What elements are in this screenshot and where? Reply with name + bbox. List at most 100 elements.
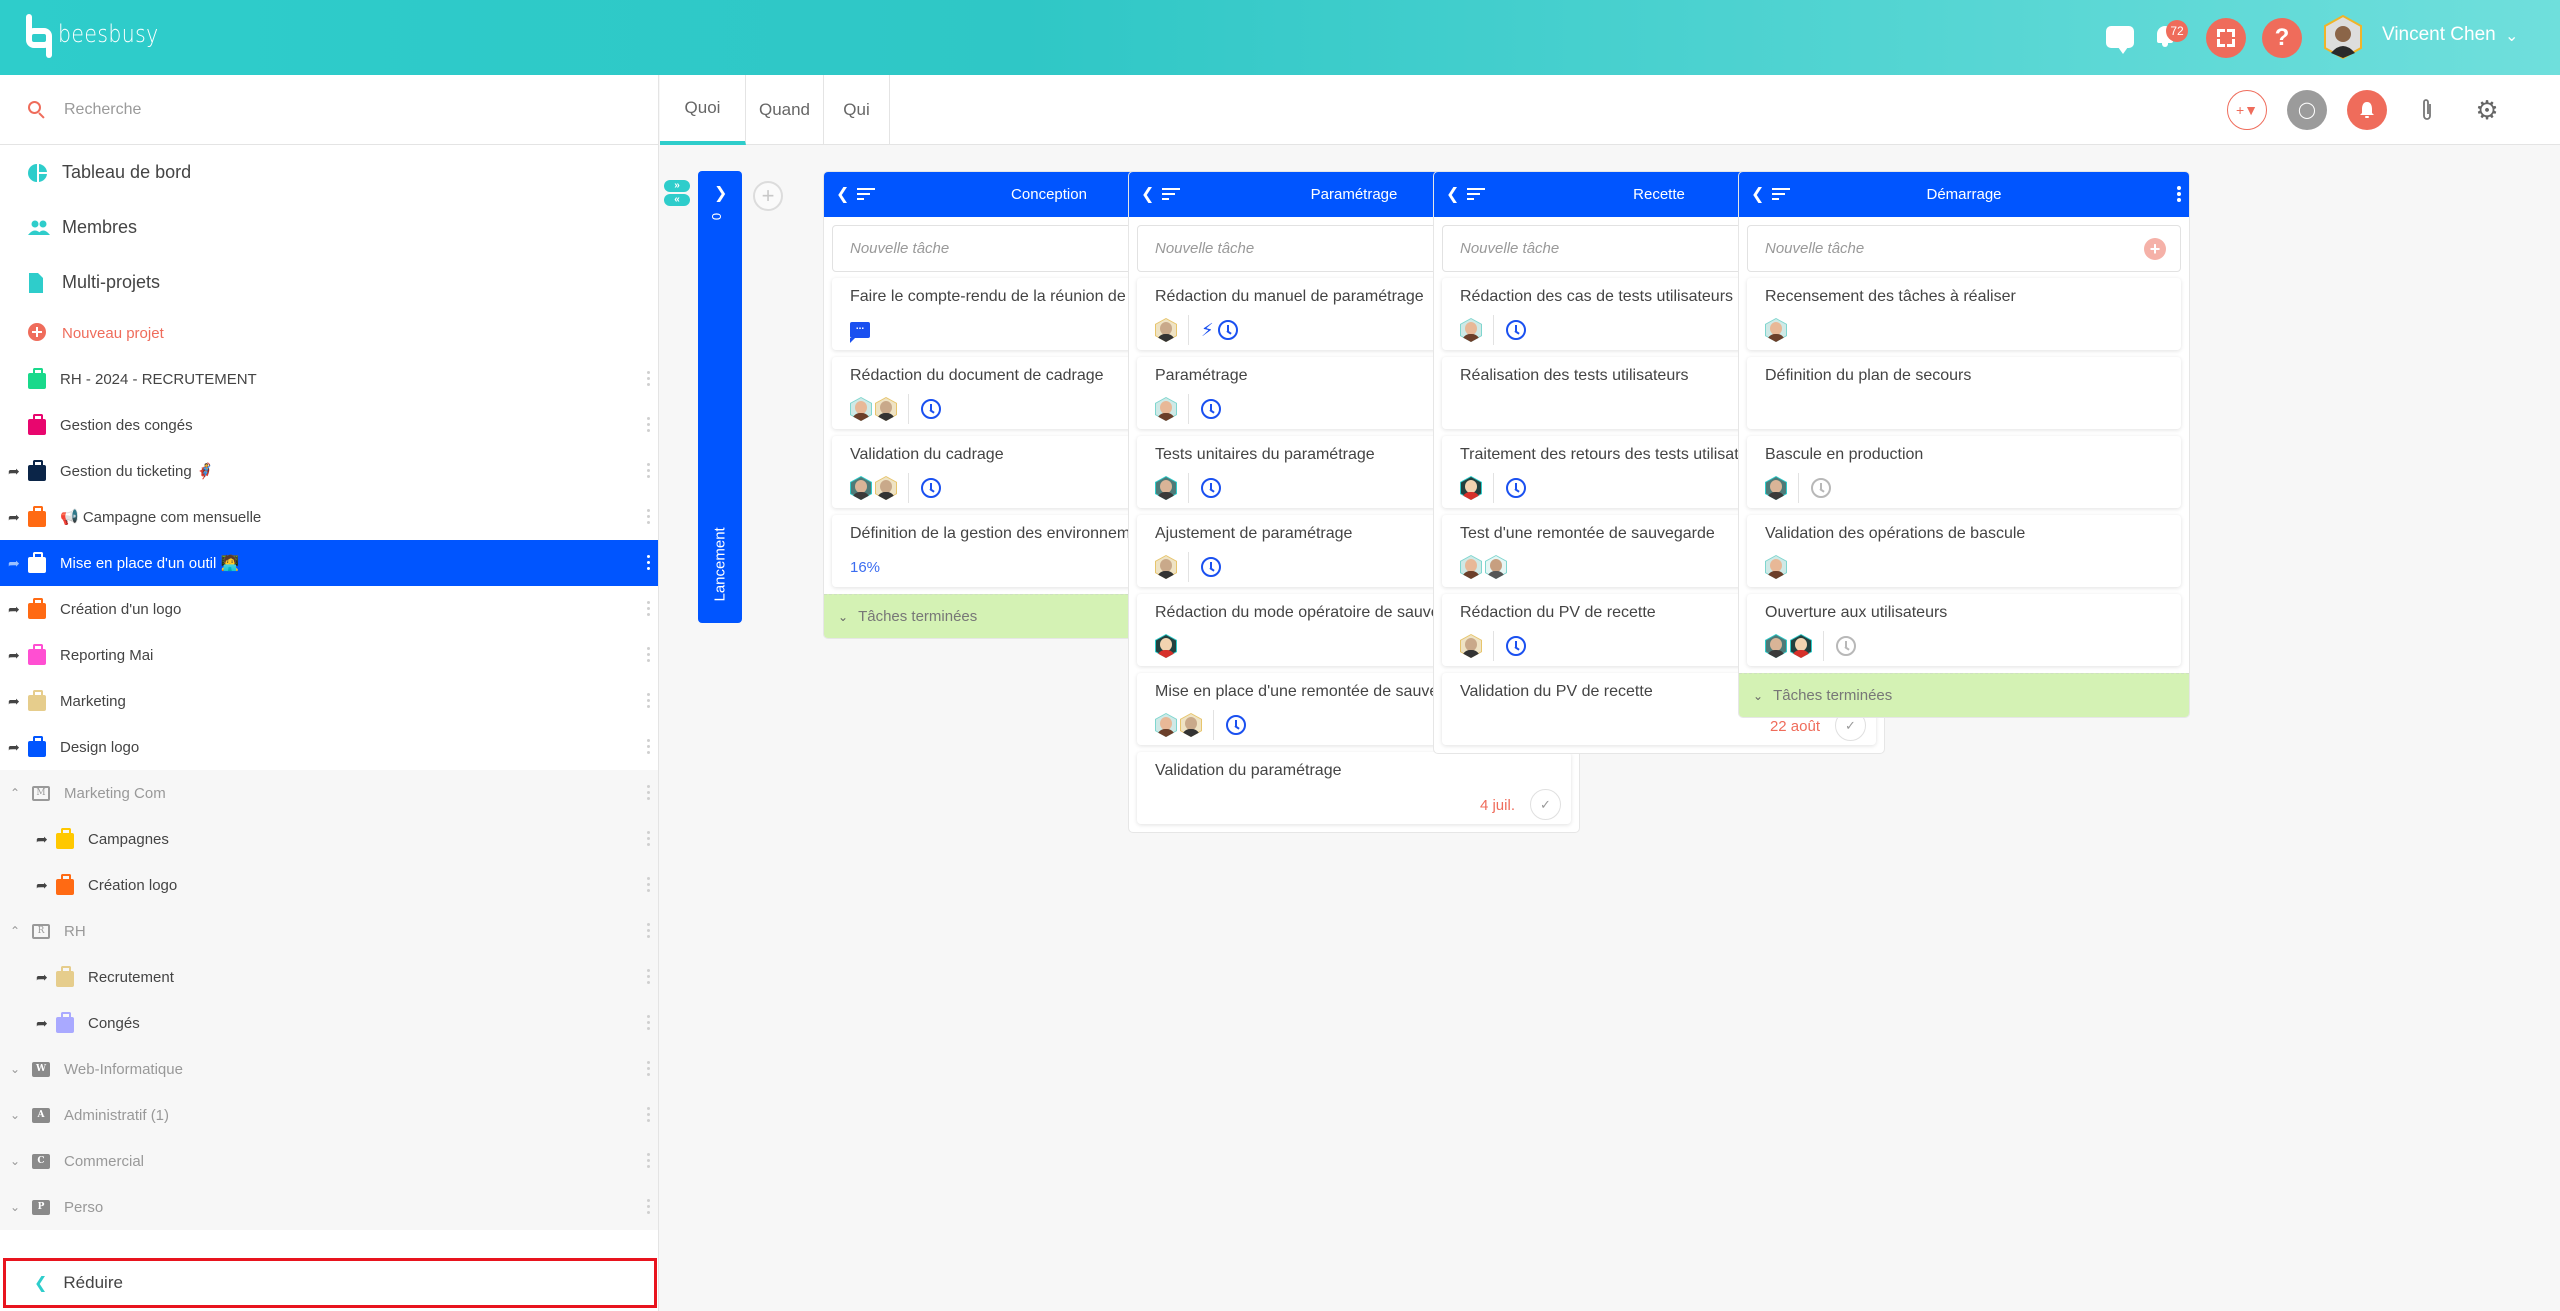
sidebar-group-item[interactable]: ⌃ R RH	[0, 908, 658, 954]
assignee-avatar[interactable]	[1790, 634, 1812, 658]
chevron-right-icon[interactable]: ❯	[714, 183, 727, 203]
sidebar-project-item[interactable]: ➦ 📢 Campagne com mensuelle	[0, 494, 658, 540]
tags-button[interactable]: ◯	[2287, 90, 2327, 130]
chevron-up-icon[interactable]: ⌃	[10, 924, 24, 938]
assignee-avatar[interactable]	[850, 397, 872, 421]
sidebar-project-item[interactable]: ➦ Création logo	[0, 862, 658, 908]
clock-icon[interactable]	[1506, 320, 1526, 340]
assignee-avatar[interactable]	[875, 397, 897, 421]
sidebar-project-item[interactable]: ➦ Création d'un logo	[0, 586, 658, 632]
assignee-avatar[interactable]	[1155, 476, 1177, 500]
more-options-icon[interactable]	[647, 739, 650, 754]
task-card[interactable]: Bascule en production	[1747, 436, 2181, 508]
sort-icon[interactable]	[1772, 188, 1790, 200]
chevron-left-icon[interactable]: ❮	[1751, 184, 1764, 204]
fullscreen-button[interactable]	[2206, 18, 2246, 58]
new-task-input[interactable]: Nouvelle tâche +	[1747, 225, 2181, 272]
assignee-avatar[interactable]	[1460, 476, 1482, 500]
sidebar-project-item[interactable]: ➦ Mise en place d'un outil 🧑‍💻	[0, 540, 658, 586]
chevron-down-icon[interactable]: ⌄	[10, 1154, 24, 1168]
sidebar-group-item[interactable]: ⌃ M Marketing Com	[0, 770, 658, 816]
new-project-button[interactable]: Nouveau projet	[0, 310, 658, 356]
sidebar-project-item[interactable]: ➦ Campagnes	[0, 816, 658, 862]
assignee-avatar[interactable]	[1155, 555, 1177, 579]
clock-icon[interactable]	[1836, 636, 1856, 656]
add-filter-button[interactable]: +▼	[2227, 90, 2267, 130]
assignee-avatar[interactable]	[1460, 555, 1482, 579]
more-options-icon[interactable]	[2177, 186, 2181, 202]
assignee-avatar[interactable]	[1180, 713, 1202, 737]
more-options-icon[interactable]	[647, 509, 650, 524]
sidebar-group-item[interactable]: ⌄ C Commercial	[0, 1138, 658, 1184]
clock-icon[interactable]	[1201, 478, 1221, 498]
attachments-button[interactable]	[2407, 90, 2447, 130]
add-task-icon[interactable]: +	[2144, 238, 2166, 260]
more-options-icon[interactable]	[647, 555, 650, 570]
clock-icon[interactable]	[1201, 399, 1221, 419]
assignee-avatar[interactable]	[850, 476, 872, 500]
task-card[interactable]: Validation des opérations de bascule	[1747, 515, 2181, 587]
sidebar-project-item[interactable]: Gestion des congés	[0, 402, 658, 448]
assignee-avatar[interactable]	[1460, 318, 1482, 342]
assignee-avatar[interactable]	[1485, 555, 1507, 579]
expand-collapse-all-button[interactable]: » «	[664, 180, 690, 206]
sidebar-project-item[interactable]: ➦ Congés	[0, 1000, 658, 1046]
chevron-left-icon[interactable]: ❮	[836, 184, 849, 204]
assignee-avatar[interactable]	[1765, 318, 1787, 342]
nav-multi-projects[interactable]: Multi-projets	[0, 255, 658, 310]
clock-icon[interactable]	[1506, 636, 1526, 656]
assignee-avatar[interactable]	[1155, 318, 1177, 342]
help-button[interactable]: ?	[2262, 18, 2302, 58]
chevron-down-icon[interactable]: ⌄	[10, 1108, 24, 1122]
more-options-icon[interactable]	[647, 647, 650, 662]
sidebar-project-item[interactable]: ➦ Reporting Mai	[0, 632, 658, 678]
clock-icon[interactable]	[1201, 557, 1221, 577]
user-avatar[interactable]	[2323, 14, 2363, 60]
chevron-left-icon[interactable]: ❮	[1141, 184, 1154, 204]
assignee-avatar[interactable]	[1765, 476, 1787, 500]
chevron-down-icon[interactable]: ⌄	[10, 1062, 24, 1076]
assignee-avatar[interactable]	[1460, 634, 1482, 658]
task-card[interactable]: Ouverture aux utilisateurs	[1747, 594, 2181, 666]
clock-icon[interactable]	[921, 399, 941, 419]
more-options-icon[interactable]	[647, 923, 650, 938]
tab-quoi[interactable]: Quoi	[660, 75, 746, 145]
more-options-icon[interactable]	[647, 1107, 650, 1122]
more-options-icon[interactable]	[647, 1015, 650, 1030]
sidebar-group-item[interactable]: ⌄ A Administratif (1)	[0, 1092, 658, 1138]
user-name[interactable]: Vincent Chen	[2382, 24, 2496, 46]
more-options-icon[interactable]	[647, 371, 650, 386]
clock-icon[interactable]	[1217, 320, 1238, 340]
task-card[interactable]: Définition du plan de secours	[1747, 357, 2181, 429]
collapse-sidebar-button[interactable]: ❮ Réduire	[3, 1258, 657, 1308]
more-options-icon[interactable]	[647, 969, 650, 984]
clock-icon[interactable]	[1226, 715, 1246, 735]
assignee-avatar[interactable]	[875, 476, 897, 500]
more-options-icon[interactable]	[647, 463, 650, 478]
sidebar-group-item[interactable]: ⌄ P Perso	[0, 1184, 658, 1230]
assignee-avatar[interactable]	[1765, 555, 1787, 579]
project-notifications-button[interactable]	[2347, 90, 2387, 130]
sort-icon[interactable]	[857, 188, 875, 200]
more-options-icon[interactable]	[647, 1061, 650, 1076]
tab-quand[interactable]: Quand	[746, 75, 824, 145]
sidebar-project-item[interactable]: RH - 2024 - RECRUTEMENT	[0, 356, 658, 402]
more-options-icon[interactable]	[647, 601, 650, 616]
sidebar-project-item[interactable]: ➦ Gestion du ticketing 🦸	[0, 448, 658, 494]
comment-icon[interactable]: ...	[850, 322, 870, 343]
more-options-icon[interactable]	[647, 693, 650, 708]
chat-icon[interactable]	[2106, 26, 2134, 54]
completed-tasks-toggle[interactable]: ⌄ Tâches terminées	[1739, 673, 2189, 717]
assignee-avatar[interactable]	[1155, 634, 1177, 658]
more-options-icon[interactable]	[647, 877, 650, 892]
sort-icon[interactable]	[1467, 188, 1485, 200]
more-options-icon[interactable]	[647, 1199, 650, 1214]
clock-icon[interactable]	[1811, 478, 1831, 498]
more-options-icon[interactable]	[647, 831, 650, 846]
task-card[interactable]: Recensement des tâches à réaliser	[1747, 278, 2181, 350]
task-card[interactable]: Validation du paramétrage 4 juil. ✓	[1137, 752, 1571, 824]
sidebar-group-item[interactable]: ⌄ W Web-Informatique	[0, 1046, 658, 1092]
sidebar-project-item[interactable]: ➦ Marketing	[0, 678, 658, 724]
nav-members[interactable]: Membres	[0, 200, 658, 255]
assignee-avatar[interactable]	[1155, 397, 1177, 421]
